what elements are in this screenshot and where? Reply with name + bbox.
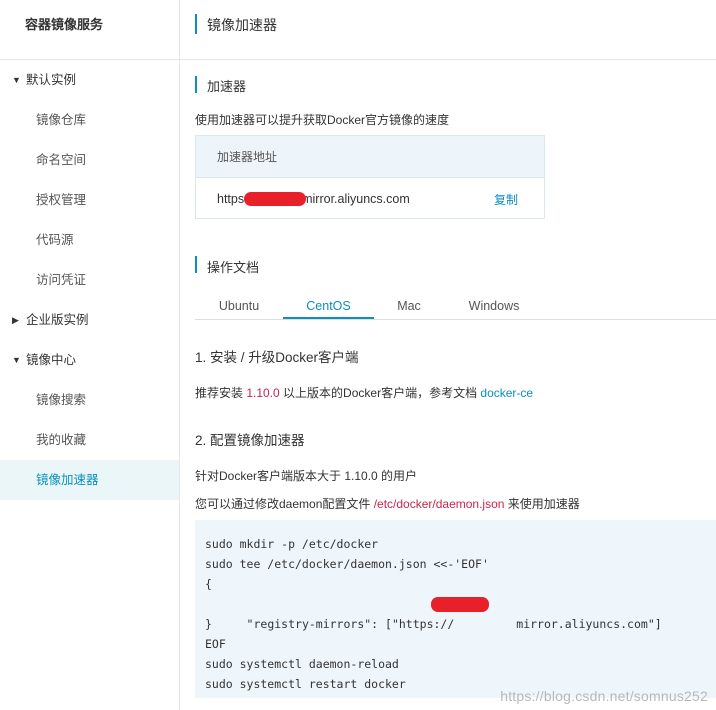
- step2-title: 2. 配置镜像加速器: [195, 433, 305, 448]
- accelerator-address-row: https mirror.aliyuncs.com 复制: [196, 178, 544, 219]
- copy-button[interactable]: 复制: [494, 191, 518, 208]
- sidebar-group-enterprise[interactable]: ▶ 企业版实例: [0, 300, 179, 340]
- sidebar-group-label: 企业版实例: [26, 313, 89, 327]
- step1-text-before: 推荐安装: [195, 386, 247, 400]
- section-accent-bar: [195, 76, 197, 93]
- section-accent-bar: [195, 256, 197, 273]
- page-header: 镜像加速器: [180, 0, 716, 60]
- redaction-mark: [431, 597, 489, 612]
- sidebar-item-favorites[interactable]: 我的收藏: [0, 420, 179, 460]
- step1-text: 推荐安装 1.10.0 以上版本的Docker客户端，参考文档 docker-c…: [195, 384, 533, 401]
- step2-line2-after: 来使用加速器: [504, 497, 580, 511]
- accelerator-address-box: 加速器地址 https mirror.aliyuncs.com 复制: [195, 135, 545, 219]
- sidebar-item-image-repo[interactable]: 镜像仓库: [0, 100, 179, 140]
- sidebar-group-label: 默认实例: [26, 73, 77, 87]
- code-block[interactable]: sudo mkdir -p /etc/docker sudo tee /etc/…: [195, 520, 716, 698]
- section-title-accelerator: 加速器: [207, 79, 247, 94]
- caret-down-icon: ▼: [12, 355, 21, 365]
- step2-line2: 您可以通过修改daemon配置文件 /etc/docker/daemon.jso…: [195, 495, 580, 512]
- code-line: sudo mkdir -p /etc/docker: [205, 537, 379, 551]
- tab-ubuntu[interactable]: Ubuntu: [195, 294, 283, 319]
- sidebar-group-image-center[interactable]: ▼ 镜像中心: [0, 340, 179, 380]
- sidebar-item-authorization[interactable]: 授权管理: [0, 180, 179, 220]
- step2-line1: 针对Docker客户端版本大于 1.10.0 的用户: [195, 469, 418, 483]
- code-line-mirror: "registry-mirrors": ["https://mirror.ali…: [205, 594, 716, 631]
- tab-centos[interactable]: CentOS: [283, 294, 374, 319]
- step1-title: 1. 安装 / 升级Docker客户端: [195, 350, 359, 365]
- sidebar-item-image-search[interactable]: 镜像搜索: [0, 380, 179, 420]
- os-tabs: Ubuntu CentOS Mac Windows: [195, 294, 716, 320]
- tab-mac[interactable]: Mac: [374, 294, 444, 319]
- header-accent-bar: [195, 14, 197, 34]
- sidebar-group-default-instance[interactable]: ▼ 默认实例: [0, 60, 179, 100]
- daemon-json-path: /etc/docker/daemon.json: [373, 497, 505, 511]
- tab-windows[interactable]: Windows: [444, 294, 544, 319]
- recommended-version: 1.10.0: [246, 386, 280, 400]
- accelerator-url-prefix: https: [217, 192, 245, 206]
- code-line: sudo tee /etc/docker/daemon.json <<-'EOF…: [205, 557, 489, 571]
- sidebar-title: 容器镜像服务: [0, 0, 179, 60]
- code-line: EOF: [205, 637, 226, 651]
- page-title: 镜像加速器: [207, 17, 277, 33]
- code-line: }: [205, 617, 212, 631]
- watermark: https://blog.csdn.net/somnus252: [500, 688, 708, 704]
- accelerator-address-header: 加速器地址: [196, 136, 544, 178]
- sidebar-item-credentials[interactable]: 访问凭证: [0, 260, 179, 300]
- step1-text-after: 以上版本的Docker客户端，参考文档: [279, 386, 481, 400]
- sidebar-group-label: 镜像中心: [26, 353, 77, 367]
- redaction-mark: [244, 192, 306, 206]
- accelerator-description: 使用加速器可以提升获取Docker官方镜像的速度: [195, 113, 450, 127]
- sidebar: 容器镜像服务 ▼ 默认实例 镜像仓库 命名空间 授权管理 代码源 访问凭证 ▶ …: [0, 0, 180, 710]
- sidebar-item-code-source[interactable]: 代码源: [0, 220, 179, 260]
- sidebar-item-accelerator[interactable]: 镜像加速器: [0, 460, 179, 500]
- code-line: sudo systemctl daemon-reload: [205, 657, 399, 671]
- step2-line2-before: 您可以通过修改daemon配置文件: [195, 497, 374, 511]
- code-line: {: [205, 577, 212, 591]
- caret-down-icon: ▼: [12, 75, 21, 85]
- docker-ce-link[interactable]: docker-ce: [480, 386, 533, 400]
- sidebar-item-namespace[interactable]: 命名空间: [0, 140, 179, 180]
- accelerator-url-suffix: mirror.aliyuncs.com: [302, 192, 410, 206]
- caret-right-icon: ▶: [12, 315, 19, 325]
- section-title-docs: 操作文档: [207, 260, 260, 275]
